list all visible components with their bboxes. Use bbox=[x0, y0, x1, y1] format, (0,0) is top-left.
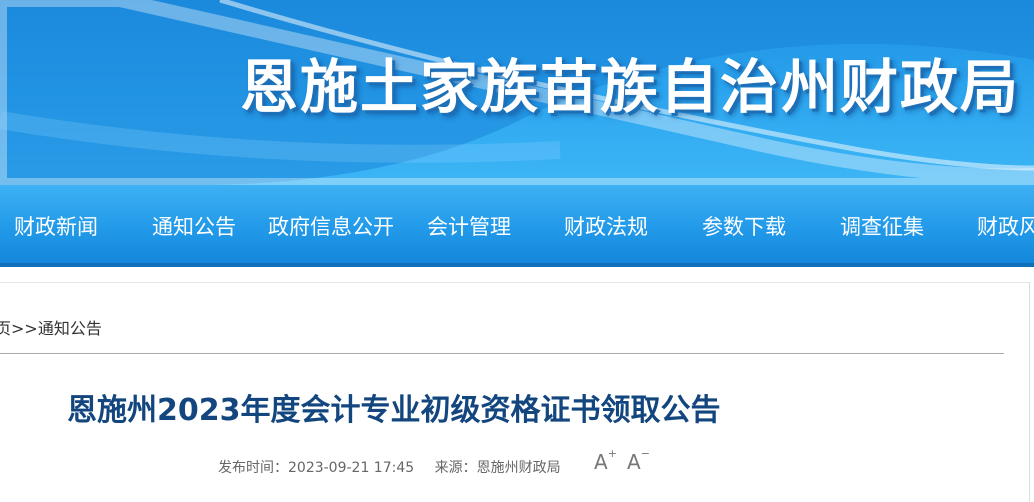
breadcrumb-current-link[interactable]: 通知公告 bbox=[38, 319, 102, 338]
nav-item-gov-info[interactable]: 政府信息公开 bbox=[268, 211, 394, 241]
nav-item-regulations[interactable]: 财政法规 bbox=[564, 211, 648, 241]
article-title: 恩施州2023年度会计专业初级资格证书领取公告 bbox=[67, 393, 721, 428]
nav-item-finance-more[interactable]: 财政风 bbox=[977, 211, 1034, 241]
font-decrease-icon: A bbox=[627, 450, 641, 474]
article-meta: 发布时间：2023-09-21 17:45 来源：恩施州财政局 bbox=[218, 457, 577, 477]
font-decrease-button[interactable]: A− bbox=[627, 447, 650, 474]
publish-time: 发布时间：2023-09-21 17:45 bbox=[218, 460, 415, 476]
nav-item-surveys[interactable]: 调查征集 bbox=[840, 211, 924, 241]
font-increase-button[interactable]: A+ bbox=[594, 447, 617, 474]
nav-item-accounting[interactable]: 会计管理 bbox=[427, 211, 511, 241]
breadcrumb-separator: >> bbox=[11, 319, 38, 338]
breadcrumb-divider bbox=[0, 353, 1004, 354]
main-nav: 财政新闻 通知公告 政府信息公开 会计管理 财政法规 参数下载 调查征集 财政风 bbox=[0, 185, 1034, 267]
breadcrumb-home-link[interactable]: 页 bbox=[0, 319, 11, 338]
nav-item-notices[interactable]: 通知公告 bbox=[152, 211, 236, 241]
site-title: 恩施土家族苗族自治州财政局 bbox=[239, 53, 1020, 121]
nav-item-downloads[interactable]: 参数下载 bbox=[702, 211, 786, 241]
article-source: 来源：恩施州财政局 bbox=[434, 460, 561, 476]
nav-item-finance-news[interactable]: 财政新闻 bbox=[14, 211, 98, 241]
breadcrumb: 页>>通知公告 bbox=[0, 315, 102, 339]
site-banner: 恩施土家族苗族自治州财政局 bbox=[0, 0, 1034, 185]
font-increase-icon: A bbox=[594, 450, 608, 474]
